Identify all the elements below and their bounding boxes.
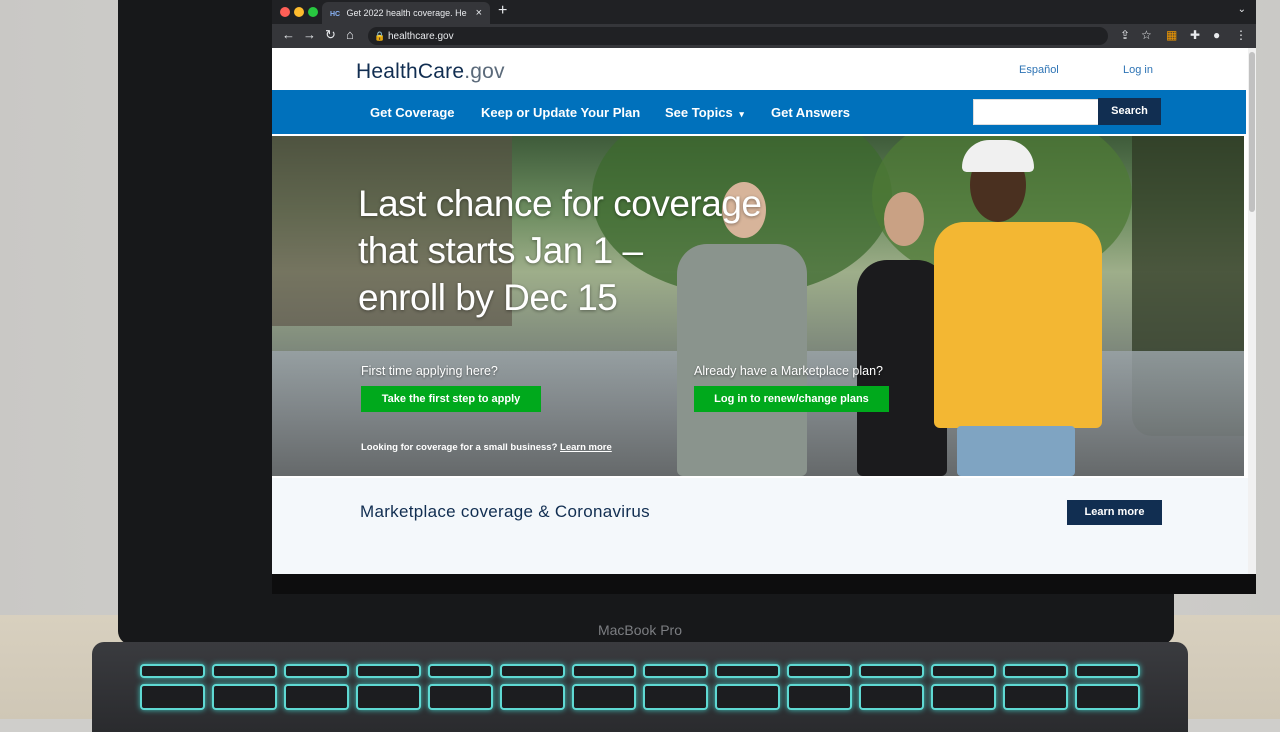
- extensions-puzzle-icon[interactable]: ✚: [1190, 28, 1200, 42]
- close-icon[interactable]: ×: [476, 2, 482, 24]
- keyboard-key: [355, 684, 421, 710]
- first-step-button[interactable]: Take the first step to apply: [361, 386, 541, 412]
- search-input[interactable]: [973, 99, 1099, 125]
- hero-headline-line: Last chance for coverage: [358, 183, 762, 224]
- keyboard-key: [1074, 684, 1140, 710]
- lock-icon: 🔒: [374, 31, 386, 41]
- keyboard-key: [140, 664, 205, 678]
- keyboard-key: [859, 664, 925, 678]
- back-icon[interactable]: ←: [282, 27, 295, 42]
- minimize-window-dot[interactable]: [294, 7, 304, 17]
- login-renew-button[interactable]: Log in to renew/change plans: [694, 386, 889, 412]
- reload-icon[interactable]: ↻: [325, 27, 336, 43]
- keyboard-key: [859, 684, 925, 710]
- espanol-link[interactable]: Español: [1019, 64, 1059, 76]
- keyboard-key: [931, 664, 997, 678]
- main-nav: Get Coverage Keep or Update Your Plan Se…: [272, 90, 1246, 134]
- small-business-text: Looking for coverage for a small busines…: [361, 442, 612, 453]
- keyboard-key: [643, 684, 709, 710]
- close-window-dot[interactable]: [280, 7, 290, 17]
- browser-tab[interactable]: HC Get 2022 health coverage. He ×: [322, 2, 490, 24]
- address-toolbar: ← → ↻ ⌂ 🔒 healthcare.gov ⇪ ☆ ▦ ✚ ● ⋮: [272, 24, 1256, 48]
- nav-see-topics-label: See Topics: [665, 105, 733, 120]
- keyboard-key: [643, 664, 709, 678]
- share-icon[interactable]: ⇪: [1120, 28, 1130, 42]
- keyboard-key: [787, 684, 853, 710]
- keyboard-key: [427, 664, 493, 678]
- keyboard-key: [1074, 664, 1140, 678]
- maximize-window-dot[interactable]: [308, 7, 318, 17]
- healthcare-gov-logo[interactable]: HealthCare.gov: [356, 60, 505, 84]
- first-time-prompt: First time applying here?: [361, 364, 498, 378]
- keyboard-row: [140, 664, 1140, 678]
- keyboard-key: [1003, 664, 1068, 678]
- laptop-bezel: HC Get 2022 health coverage. He × + ⌄ ← …: [118, 0, 1256, 645]
- small-business-question: Looking for coverage for a small busines…: [361, 442, 558, 453]
- browser-window: HC Get 2022 health coverage. He × + ⌄ ← …: [272, 0, 1256, 594]
- keyboard-key: [931, 684, 997, 710]
- keyboard-row: [140, 684, 1140, 710]
- hero-photo-cap: [962, 140, 1034, 172]
- nav-see-topics[interactable]: See Topics ▾: [665, 105, 744, 120]
- laptop-model-label: MacBook Pro: [597, 622, 683, 638]
- search-button[interactable]: Search: [1098, 98, 1161, 125]
- logo-main: HealthCare: [356, 60, 465, 83]
- keyboard-key: [787, 664, 853, 678]
- hero-photo-person-yellow: [934, 222, 1102, 428]
- healthcare-favicon-icon: HC: [330, 11, 341, 18]
- already-have-plan-prompt: Already have a Marketplace plan?: [694, 364, 884, 378]
- login-link[interactable]: Log in: [1123, 64, 1153, 76]
- bookmark-star-icon[interactable]: ☆: [1141, 28, 1152, 42]
- keyboard-key: [211, 664, 277, 678]
- chevron-down-icon: ▾: [739, 109, 744, 119]
- coronavirus-banner-title: Marketplace coverage & Coronavirus: [360, 502, 650, 521]
- small-business-learn-more-link[interactable]: Learn more: [560, 442, 612, 453]
- keyboard-key: [283, 684, 349, 710]
- logo-gov: .gov: [464, 60, 505, 83]
- coronavirus-banner: Marketplace coverage & Coronavirus Learn…: [272, 478, 1256, 574]
- keyboard-key: [499, 664, 565, 678]
- hero-headline: Last chance for coverage that starts Jan…: [358, 180, 828, 321]
- forward-icon[interactable]: →: [303, 27, 316, 42]
- keyboard-key: [715, 684, 781, 710]
- nav-get-answers[interactable]: Get Answers: [771, 105, 850, 120]
- tab-bar: HC Get 2022 health coverage. He × + ⌄: [272, 0, 1256, 24]
- hero-headline-line: that starts Jan 1 –: [358, 230, 643, 271]
- home-icon[interactable]: ⌂: [346, 27, 354, 42]
- keyboard-key: [1003, 684, 1068, 710]
- tab-title: Get 2022 health coverage. He: [346, 8, 467, 18]
- keyboard-key: [499, 684, 565, 710]
- learn-more-button[interactable]: Learn more: [1067, 500, 1162, 525]
- rss-extension-icon[interactable]: ▦: [1166, 28, 1177, 42]
- profile-icon[interactable]: ●: [1213, 28, 1220, 42]
- page-scrollbar-thumb[interactable]: [1249, 52, 1255, 212]
- hero-banner: Last chance for coverage that starts Jan…: [272, 136, 1244, 476]
- hero-headline-line: enroll by Dec 15: [358, 277, 618, 318]
- address-bar[interactable]: 🔒 healthcare.gov: [368, 27, 1108, 45]
- keyboard-key: [571, 684, 637, 710]
- tab-search-icon[interactable]: ⌄: [1238, 4, 1246, 15]
- keyboard-key: [283, 664, 349, 678]
- keyboard-key: [211, 684, 277, 710]
- url-text: healthcare.gov: [388, 31, 454, 42]
- web-page: HealthCare.gov Español Log in Get Covera…: [272, 48, 1256, 574]
- keyboard-key: [355, 664, 421, 678]
- keyboard-key: [427, 684, 493, 710]
- browser-menu-icon[interactable]: ⋮: [1235, 28, 1247, 42]
- keyboard-key: [140, 684, 205, 710]
- keyboard-key: [715, 664, 781, 678]
- nav-get-coverage[interactable]: Get Coverage: [370, 105, 455, 120]
- keyboard-key: [571, 664, 637, 678]
- new-tab-icon[interactable]: +: [498, 2, 507, 20]
- hero-photo-head: [884, 192, 924, 246]
- nav-keep-update-plan[interactable]: Keep or Update Your Plan: [481, 105, 640, 120]
- hero-photo-jeans: [957, 426, 1075, 476]
- keyboard: [140, 664, 1140, 724]
